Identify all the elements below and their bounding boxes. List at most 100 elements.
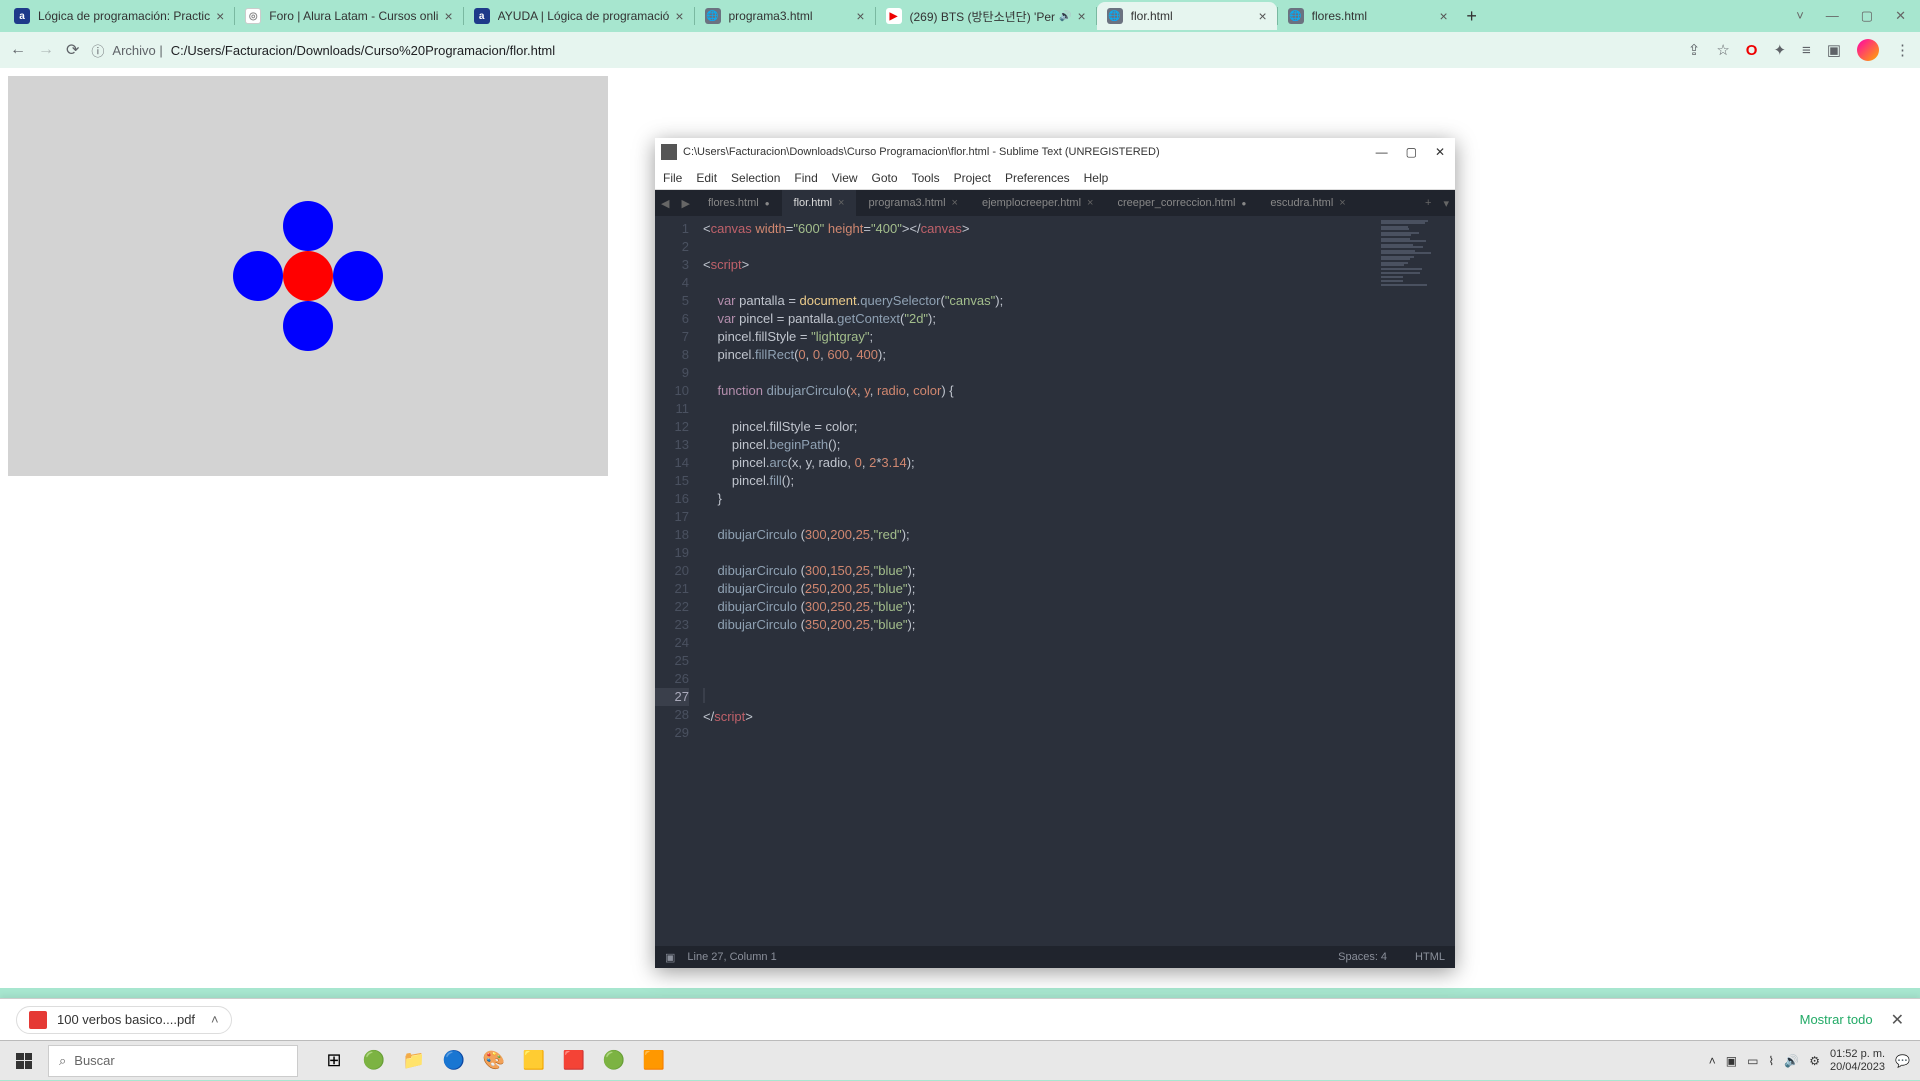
editor-tab[interactable]: ejemplocreeper.html× [970,190,1106,216]
close-icon[interactable]: × [216,8,224,24]
maximize-icon[interactable]: ▢ [1406,145,1417,159]
close-icon[interactable]: × [444,8,452,24]
menu-project[interactable]: Project [954,171,991,185]
notifications-icon[interactable]: 💬 [1895,1054,1910,1068]
download-bar: 100 verbos basico....pdf ˄ Mostrar todo … [0,998,1920,1040]
favicon-globe: 🌐 [1107,8,1123,24]
sublime-icon [661,144,677,160]
browser-tab[interactable]: ▶(269) BTS (방탄소년단) 'Per🔊× [876,2,1096,30]
syntax-setting[interactable]: HTML [1415,951,1445,963]
reading-list-icon[interactable]: ≡ [1802,42,1811,59]
reload-button[interactable]: ⟳ [66,40,79,60]
menu-view[interactable]: View [832,171,858,185]
menu-file[interactable]: File [663,171,682,185]
maximize-icon[interactable]: ▢ [1861,8,1873,24]
tray-meet-icon[interactable]: ▣ [1726,1054,1737,1068]
sublime-window: C:\Users\Facturacion\Downloads\Curso Pro… [655,138,1455,968]
extensions-icon[interactable]: ✦ [1773,41,1786,59]
close-icon[interactable]: × [675,8,683,24]
menu-find[interactable]: Find [794,171,817,185]
menu-preferences[interactable]: Preferences [1005,171,1070,185]
console-icon[interactable]: ▣ [665,951,675,964]
sublime-taskbar-icon[interactable]: 🟧 [636,1043,672,1079]
chevron-down-icon[interactable]: ˅ [1796,8,1804,24]
browser-tab[interactable]: ◎Foro | Alura Latam - Cursos onli× [235,2,462,30]
sublime-titlebar[interactable]: C:\Users\Facturacion\Downloads\Curso Pro… [655,138,1455,166]
side-panel-icon[interactable]: ▣ [1827,41,1841,59]
tray-chevron-icon[interactable]: ˄ [1709,1054,1716,1068]
canvas-preview [8,76,608,476]
browser-tab-active[interactable]: 🌐flor.html× [1097,2,1277,30]
editor-tab[interactable]: flores.html● [696,190,782,216]
download-item[interactable]: 100 verbos basico....pdf ˄ [16,1006,232,1034]
tray-wifi-icon[interactable]: ⌇ [1768,1054,1774,1068]
address-bar[interactable]: ⓘ Archivo | C:/Users/Facturacion/Downloa… [91,41,555,60]
close-icon[interactable]: × [1439,8,1447,24]
tab-nav-right[interactable]: ▶ [675,197,695,210]
editor-tab[interactable]: flor.html× [782,190,857,216]
back-button[interactable]: ← [10,41,26,59]
anydesk-icon[interactable]: 🟥 [556,1043,592,1079]
new-tab-button[interactable]: + [1419,197,1437,209]
chevron-up-icon[interactable]: ˄ [211,1012,219,1027]
editor-tab[interactable]: escudra.html× [1258,190,1357,216]
minimize-icon[interactable]: — [1376,145,1388,159]
close-icon[interactable]: × [1258,8,1266,24]
explorer-icon[interactable]: 📁 [396,1043,432,1079]
profile-avatar[interactable] [1857,39,1879,61]
opera-icon[interactable]: O [1746,42,1758,59]
menu-goto[interactable]: Goto [872,171,898,185]
taskbar-search[interactable]: ⌕Buscar [48,1045,298,1077]
editor-tab[interactable]: creeper_correccion.html● [1105,190,1258,216]
close-icon[interactable]: ✕ [1895,8,1906,24]
tabs-dropdown-icon[interactable]: ▾ [1437,197,1455,210]
browser-tab[interactable]: 🌐flores.html× [1278,2,1458,30]
notes-icon[interactable]: 🟨 [516,1043,552,1079]
paint-icon[interactable]: 🎨 [476,1043,512,1079]
browser-tab[interactable]: aAYUDA | Lógica de programació× [464,2,694,30]
cursor-position: Line 27, Column 1 [687,951,776,963]
task-view-icon[interactable]: ⊞ [316,1043,352,1079]
menu-edit[interactable]: Edit [696,171,717,185]
edge-icon[interactable]: 🔵 [436,1043,472,1079]
bookmark-icon[interactable]: ☆ [1716,41,1729,59]
share-icon[interactable]: ⇪ [1688,41,1701,59]
taskbar-clock[interactable]: 01:52 p. m.20/04/2023 [1830,1048,1885,1074]
browser-tab[interactable]: aLógica de programación: Practic× [4,2,234,30]
forward-button[interactable]: → [38,41,54,59]
indent-setting[interactable]: Spaces: 4 [1338,951,1387,963]
tray-volume-icon[interactable]: 🔊 [1784,1054,1799,1068]
close-icon[interactable]: ✕ [1435,145,1445,159]
minimize-icon[interactable]: — [1826,8,1839,24]
close-icon[interactable]: × [856,8,864,24]
menu-help[interactable]: Help [1084,171,1109,185]
tray-lang-icon[interactable]: ⚙ [1809,1054,1820,1068]
new-tab-button[interactable]: + [1458,6,1486,27]
sublime-menu: File Edit Selection Find View Goto Tools Projec… [655,166,1455,190]
close-icon[interactable]: × [1077,8,1085,24]
page-content: C:\Users\Facturacion\Downloads\Curso Pro… [0,68,1920,988]
show-all-downloads[interactable]: Mostrar todo [1800,1012,1873,1027]
menu-tools[interactable]: Tools [912,171,940,185]
chrome-canary-icon[interactable]: 🟢 [596,1043,632,1079]
pdf-icon [29,1011,47,1029]
chrome-icon[interactable]: 🟢 [356,1043,392,1079]
minimap[interactable] [1375,216,1455,946]
menu-selection[interactable]: Selection [731,171,780,185]
code-editor[interactable]: <canvas width="600" height="400"></canva… [697,216,1375,946]
search-icon: ⌕ [59,1053,66,1069]
favicon-forum: ◎ [245,8,261,24]
browser-tab-strip: aLógica de programación: Practic× ◎Foro … [0,0,1920,32]
sound-icon[interactable]: 🔊 [1059,11,1071,22]
tab-nav-left[interactable]: ◀ [655,197,675,210]
start-button[interactable] [0,1041,48,1081]
menu-icon[interactable]: ⋮ [1895,41,1910,59]
tray-battery-icon[interactable]: ▭ [1747,1054,1758,1068]
favicon-globe: 🌐 [705,8,721,24]
close-icon[interactable]: ✕ [1891,1010,1904,1030]
favicon-youtube: ▶ [886,8,902,24]
editor-tab[interactable]: programa3.html× [856,190,969,216]
sublime-tabs: ◀ ▶ flores.html●flor.html×programa3.html… [655,190,1455,216]
browser-tab[interactable]: 🌐programa3.html× [695,2,875,30]
favicon-globe: 🌐 [1288,8,1304,24]
